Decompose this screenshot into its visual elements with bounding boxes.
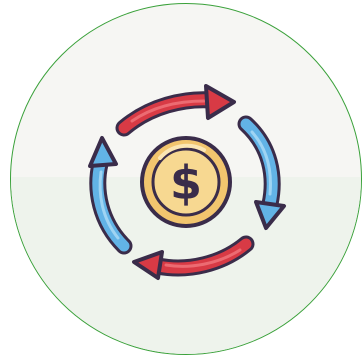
right-blue-arrow-icon — [237, 115, 286, 230]
left-blue-arrow-icon — [88, 136, 133, 255]
top-red-arrow-icon — [115, 84, 236, 137]
money-exchange-icon: $ — [88, 84, 286, 280]
coin-symbol: $ — [170, 156, 202, 210]
bottom-red-arrow-icon — [132, 235, 255, 280]
icon-canvas: $ — [0, 0, 364, 364]
